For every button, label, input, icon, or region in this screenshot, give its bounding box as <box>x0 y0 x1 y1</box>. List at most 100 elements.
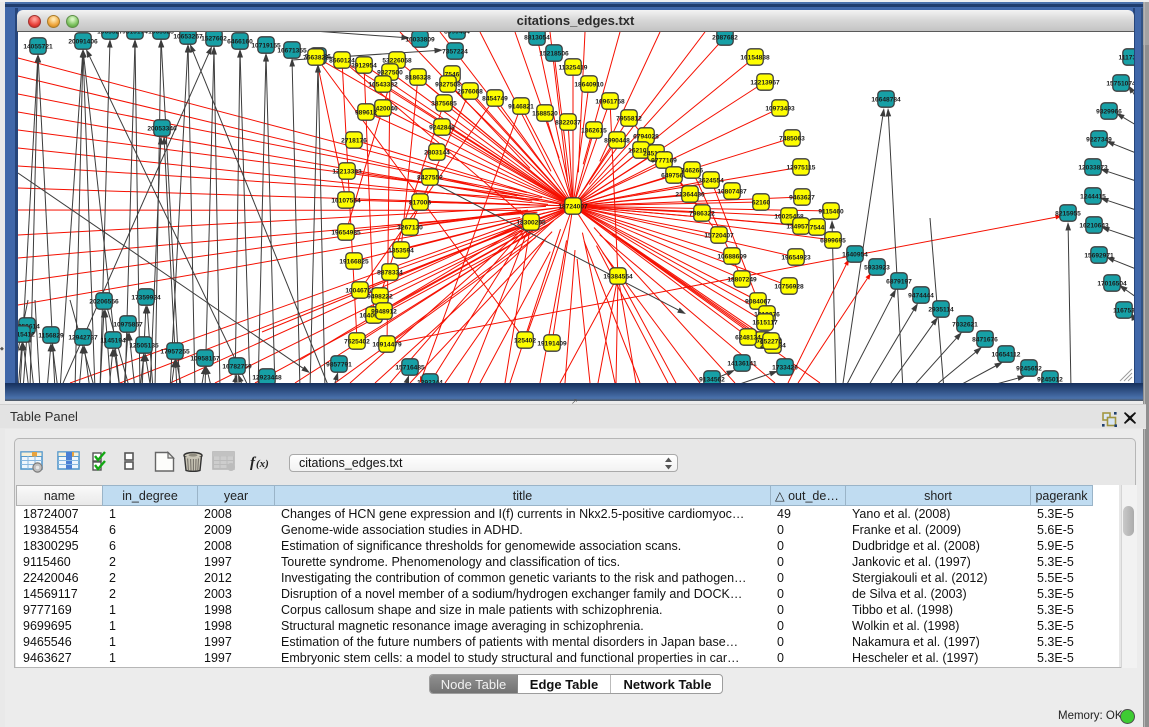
svg-text:10688609: 10688609 <box>717 253 747 260</box>
svg-text:20053346: 20053346 <box>147 125 177 132</box>
svg-text:16782759: 16782759 <box>222 363 252 370</box>
svg-text:6466160: 6466160 <box>227 38 253 45</box>
svg-text:16543382: 16543382 <box>368 81 398 88</box>
svg-text:5933923: 5933923 <box>864 264 890 271</box>
svg-text:21364436: 21364436 <box>675 191 705 198</box>
svg-text:8813054: 8813054 <box>524 34 550 41</box>
svg-text:9146821: 9146821 <box>508 103 534 110</box>
svg-text:10958167: 10958167 <box>190 355 220 362</box>
svg-text:16914479: 16914479 <box>372 341 402 348</box>
svg-text:17016504: 17016504 <box>1097 280 1127 287</box>
svg-text:989612: 989612 <box>355 109 377 116</box>
svg-text:7625402: 7625402 <box>344 338 370 345</box>
svg-text:7986322: 7986322 <box>689 210 715 217</box>
svg-text:17957255: 17957255 <box>160 348 190 355</box>
svg-text:8186328: 8186328 <box>405 74 431 81</box>
svg-text:116753: 116753 <box>1113 307 1134 314</box>
svg-text:3875685: 3875685 <box>431 100 457 107</box>
svg-text:8454749: 8454749 <box>482 95 508 102</box>
svg-text:10653267: 10653267 <box>173 33 203 40</box>
svg-text:9857791: 9857791 <box>326 361 352 368</box>
svg-text:9313174: 9313174 <box>122 32 148 35</box>
svg-text:9245012: 9245012 <box>1037 376 1063 383</box>
svg-text:9777169: 9777169 <box>651 157 677 164</box>
svg-text:15720407: 15720407 <box>704 232 734 239</box>
svg-text:20206556: 20206556 <box>89 298 119 305</box>
svg-text:8322037: 8322037 <box>555 119 581 126</box>
svg-text:9134562: 9134562 <box>699 376 725 383</box>
svg-text:10654112: 10654112 <box>992 351 1021 358</box>
svg-text:2087682: 2087682 <box>712 34 738 41</box>
svg-text:3915412: 3915412 <box>18 331 35 338</box>
svg-text:7357224: 7357224 <box>442 48 468 55</box>
svg-text:15218506: 15218506 <box>539 50 569 57</box>
svg-text:8427552: 8427552 <box>417 174 443 181</box>
svg-text:3267130: 3267130 <box>397 224 423 231</box>
svg-text:17359924: 17359924 <box>131 294 161 301</box>
svg-text:1527602: 1527602 <box>201 35 227 42</box>
svg-text:16648784: 16648784 <box>871 96 901 103</box>
svg-text:9245652: 9245652 <box>1016 365 1042 372</box>
svg-text:19191409: 19191409 <box>537 340 567 347</box>
svg-text:7032621: 7032621 <box>952 321 978 328</box>
svg-text:9329966: 9329966 <box>1096 108 1122 115</box>
svg-text:746266: 746266 <box>681 167 703 174</box>
svg-text:1353594: 1353594 <box>388 247 414 254</box>
svg-text:12033873: 12033873 <box>1078 164 1108 171</box>
svg-text:152274: 152274 <box>760 338 782 345</box>
svg-text:16154838: 16154838 <box>740 54 770 61</box>
svg-text:12213383: 12213383 <box>332 168 362 175</box>
svg-text:15751074: 15751074 <box>1106 80 1134 87</box>
svg-text:12505135: 12505135 <box>129 342 159 349</box>
svg-text:12942737: 12942737 <box>68 334 98 341</box>
svg-text:11325419: 11325419 <box>559 64 588 71</box>
svg-text:817006: 817006 <box>409 199 431 206</box>
svg-text:14055721: 14055721 <box>23 43 53 50</box>
svg-text:1615117: 1615117 <box>752 319 778 326</box>
svg-text:1362615: 1362615 <box>581 127 607 134</box>
svg-text:(x): (x) <box>256 458 269 470</box>
svg-text:9115460: 9115460 <box>818 208 844 215</box>
svg-text:7485063: 7485063 <box>779 135 805 142</box>
svg-text:16107554: 16107554 <box>331 197 361 204</box>
svg-text:6899695: 6899695 <box>820 237 846 244</box>
svg-text:16671355: 16671355 <box>277 47 307 54</box>
svg-text:1117345: 1117345 <box>1119 54 1134 61</box>
svg-text:7955812: 7955812 <box>616 115 642 122</box>
svg-text:9948912: 9948912 <box>371 308 397 315</box>
svg-text:1145194: 1145194 <box>100 337 126 344</box>
svg-text:8215955: 8215955 <box>1055 210 1081 217</box>
svg-text:6794028: 6794028 <box>633 133 659 140</box>
svg-text:16210643: 16210643 <box>1079 222 1109 229</box>
svg-text:3624554: 3624554 <box>698 177 724 184</box>
svg-text:9327508: 9327508 <box>435 81 461 88</box>
svg-text:8990448: 8990448 <box>604 137 630 144</box>
svg-text:18300295: 18300295 <box>516 219 546 226</box>
svg-text:2935114: 2935114 <box>928 306 954 313</box>
svg-text:12923448: 12923448 <box>252 374 282 381</box>
svg-text:1640954: 1640954 <box>842 251 868 258</box>
svg-text:2676068: 2676068 <box>457 88 483 95</box>
svg-text:6879197: 6879197 <box>886 278 912 285</box>
svg-text:7544: 7544 <box>810 224 825 231</box>
svg-text:9498222: 9498222 <box>367 293 393 300</box>
svg-text:18807249: 18807249 <box>727 276 757 283</box>
svg-text:8471676: 8471676 <box>972 336 998 343</box>
svg-text:16033809: 16033809 <box>405 36 435 43</box>
svg-text:9474444: 9474444 <box>908 292 934 299</box>
svg-text:2718176: 2718176 <box>341 137 367 144</box>
svg-text:125402: 125402 <box>514 337 536 344</box>
svg-text:19384554: 19384554 <box>603 273 633 280</box>
svg-text:2803144: 2803144 <box>424 149 450 156</box>
svg-text:20091406: 20091406 <box>68 38 98 45</box>
svg-text:10973493: 10973493 <box>765 105 795 112</box>
svg-text:18724007: 18724007 <box>558 203 588 210</box>
svg-text:3912954: 3912954 <box>351 62 377 69</box>
svg-text:15692971: 15692971 <box>1084 252 1114 259</box>
svg-text:15716485: 15716485 <box>395 364 425 371</box>
svg-text:1065327: 1065327 <box>97 32 123 35</box>
svg-text:10807487: 10807487 <box>717 188 747 195</box>
svg-text:16961758: 16961758 <box>595 98 625 105</box>
svg-text:1156829: 1156829 <box>38 332 64 339</box>
svg-text:8878334: 8878334 <box>377 269 403 276</box>
